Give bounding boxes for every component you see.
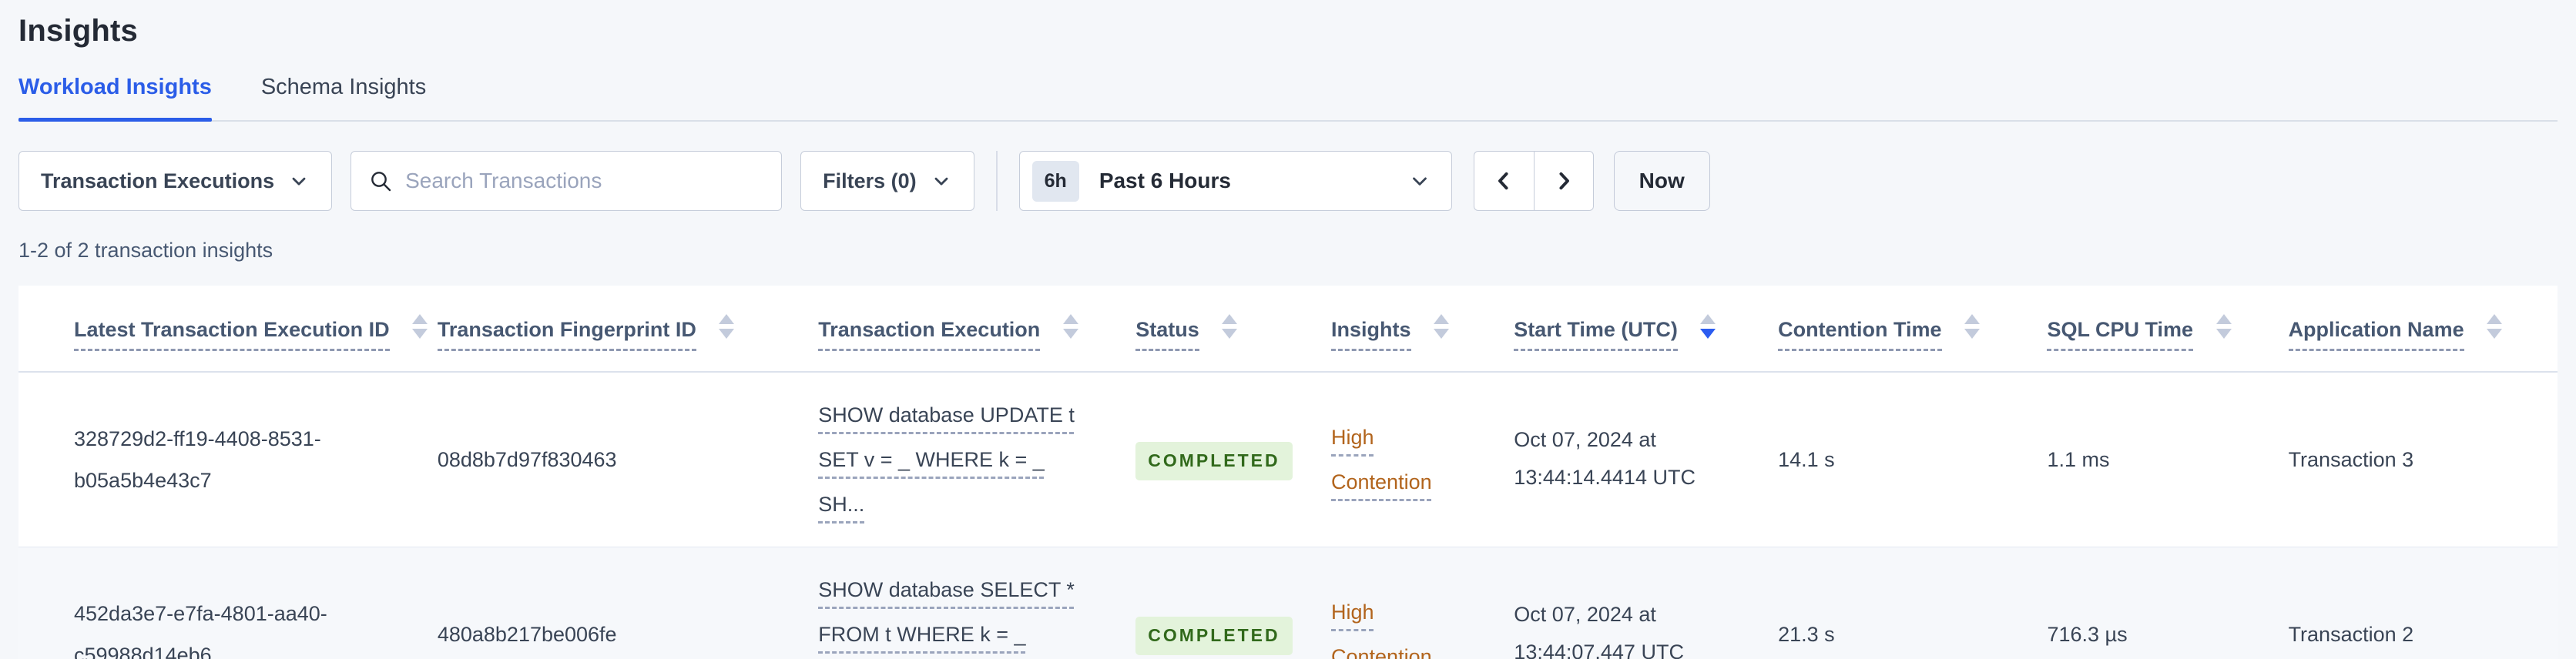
cell-fingerprint-id: 480a8b217be006fe: [437, 623, 617, 647]
column-header-start-time[interactable]: Start Time (UTC): [1514, 286, 1779, 373]
search-input[interactable]: [405, 169, 765, 193]
tab-bar: Workload Insights Schema Insights: [18, 76, 2558, 122]
divider: [995, 151, 998, 211]
cell-start-time: Oct 07, 2024 at 13:44:14.4414 UTC: [1514, 428, 1696, 489]
search-box: [351, 151, 783, 211]
tab-workload-insights[interactable]: Workload Insights: [18, 76, 212, 122]
insights-page: Insights Workload Insights Schema Insigh…: [0, 0, 2576, 659]
cell-latest-execution-id: 452da3e7-e7fa-4801-aa40-c59988d14eb6: [74, 602, 327, 659]
search-icon: [371, 172, 391, 192]
transaction-execution-link[interactable]: SHOW database SELECT * FROM t WHERE k = …: [818, 567, 1080, 659]
page-title: Insights: [18, 14, 138, 48]
sort-icon: [1222, 313, 1238, 339]
column-header-sql-cpu-time[interactable]: SQL CPU Time: [2047, 286, 2289, 373]
status-badge: COMPLETED: [1135, 617, 1293, 655]
table-row: 328729d2-ff19-4408-8531-b05a5b4e43c7 08d…: [18, 372, 2558, 547]
transaction-execution-link[interactable]: SHOW database UPDATE t SET v = _ WHERE k…: [818, 393, 1080, 527]
cell-application-name: Transaction 3: [2288, 448, 2414, 472]
column-header-transaction-execution[interactable]: Transaction Execution: [818, 286, 1136, 373]
column-header-application-name[interactable]: Application Name: [2288, 286, 2558, 373]
status-badge: COMPLETED: [1135, 442, 1293, 480]
insight-type-dropdown[interactable]: Transaction Executions: [18, 151, 333, 211]
previous-time-window-button[interactable]: [1473, 151, 1534, 211]
chevron-down-icon: [931, 170, 952, 192]
controls-row: Transaction Executions Filters (0) 6h Pa…: [18, 151, 2558, 211]
time-range-label: Past 6 Hours: [1098, 169, 1231, 192]
cell-fingerprint-id: 08d8b7d97f830463: [437, 448, 617, 472]
sort-icon: [2487, 313, 2503, 339]
sort-icon-active-desc: [1700, 313, 1716, 339]
column-header-insights[interactable]: Insights: [1331, 286, 1514, 373]
cell-contention-time: 21.3 s: [1778, 623, 1835, 647]
chevron-right-icon: [1559, 172, 1569, 190]
chevron-down-icon: [288, 170, 310, 192]
table-row: 452da3e7-e7fa-4801-aa40-c59988d14eb6 480…: [18, 547, 2558, 659]
chevron-down-icon: [1408, 169, 1431, 192]
sort-icon: [1434, 313, 1450, 339]
chevron-left-icon: [1498, 172, 1508, 190]
cell-sql-cpu-time: 716.3 µs: [2047, 623, 2128, 647]
column-header-contention-time[interactable]: Contention Time: [1778, 286, 2048, 373]
sort-icon: [719, 313, 735, 339]
sort-icon: [1062, 313, 1078, 339]
now-button[interactable]: Now: [1613, 151, 1710, 211]
cell-start-time: Oct 07, 2024 at 13:44:07.447 UTC: [1514, 603, 1684, 659]
cell-latest-execution-id: 328729d2-ff19-4408-8531-b05a5b4e43c7: [74, 427, 321, 493]
insights-table-card: Latest Transaction Execution ID Transact…: [18, 286, 2558, 659]
column-header-status[interactable]: Status: [1135, 286, 1331, 373]
cell-sql-cpu-time: 1.1 ms: [2047, 448, 2110, 472]
sort-icon: [1964, 313, 1981, 339]
tab-schema-insights[interactable]: Schema Insights: [261, 76, 426, 120]
column-header-latest-transaction-execution-id[interactable]: Latest Transaction Execution ID: [18, 286, 438, 373]
cell-application-name: Transaction 2: [2288, 623, 2414, 647]
column-header-transaction-fingerprint-id[interactable]: Transaction Fingerprint ID: [437, 286, 819, 373]
filters-dropdown-label: Filters (0): [823, 169, 917, 192]
insight-link[interactable]: High Contention: [1331, 590, 1447, 659]
insight-link[interactable]: High Contention: [1331, 415, 1447, 504]
sort-icon: [412, 313, 428, 339]
insight-type-dropdown-label: Transaction Executions: [41, 169, 275, 192]
cell-contention-time: 14.1 s: [1778, 448, 1835, 472]
time-shortcut-chip: 6h: [1031, 160, 1079, 202]
next-time-window-button[interactable]: [1533, 151, 1594, 211]
sort-icon: [2215, 313, 2232, 339]
filters-dropdown[interactable]: Filters (0): [800, 151, 974, 211]
transaction-insights-table: Latest Transaction Execution ID Transact…: [18, 286, 2558, 659]
time-window-pager: [1473, 151, 1594, 211]
results-summary: 1-2 of 2 transaction insights: [18, 239, 273, 262]
table-header-row: Latest Transaction Execution ID Transact…: [18, 286, 2558, 373]
time-range-picker[interactable]: 6h Past 6 Hours: [1018, 151, 1452, 211]
